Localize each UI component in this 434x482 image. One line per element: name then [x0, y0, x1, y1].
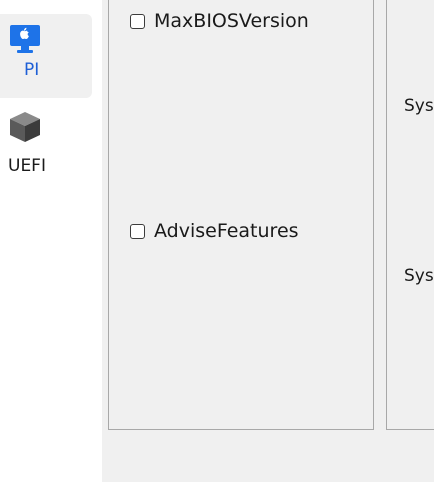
options-panel	[108, 0, 374, 430]
checkbox[interactable]	[130, 223, 145, 239]
truncated-label: Sys	[404, 266, 434, 286]
option-label: MaxBIOSVersion	[154, 10, 309, 32]
sidebar-item-label: PI	[24, 60, 40, 80]
cube-icon	[10, 112, 40, 142]
bottom-bar	[102, 442, 434, 482]
truncated-label: Sys	[404, 96, 434, 116]
details-panel	[386, 0, 434, 430]
option-maxbiosversion[interactable]: MaxBIOSVersion	[130, 10, 309, 32]
sidebar-item-pi[interactable]: PI	[0, 14, 92, 98]
option-label: AdviseFeatures	[154, 220, 299, 242]
sidebar-item-uefi[interactable]: UEFI	[0, 108, 92, 188]
checkbox[interactable]	[130, 13, 145, 29]
monitor-apple-icon	[10, 25, 40, 53]
sidebar-item-label: UEFI	[8, 156, 46, 176]
option-advisefeatures[interactable]: AdviseFeatures	[130, 220, 299, 242]
sidebar: PI UEFI	[0, 0, 102, 482]
